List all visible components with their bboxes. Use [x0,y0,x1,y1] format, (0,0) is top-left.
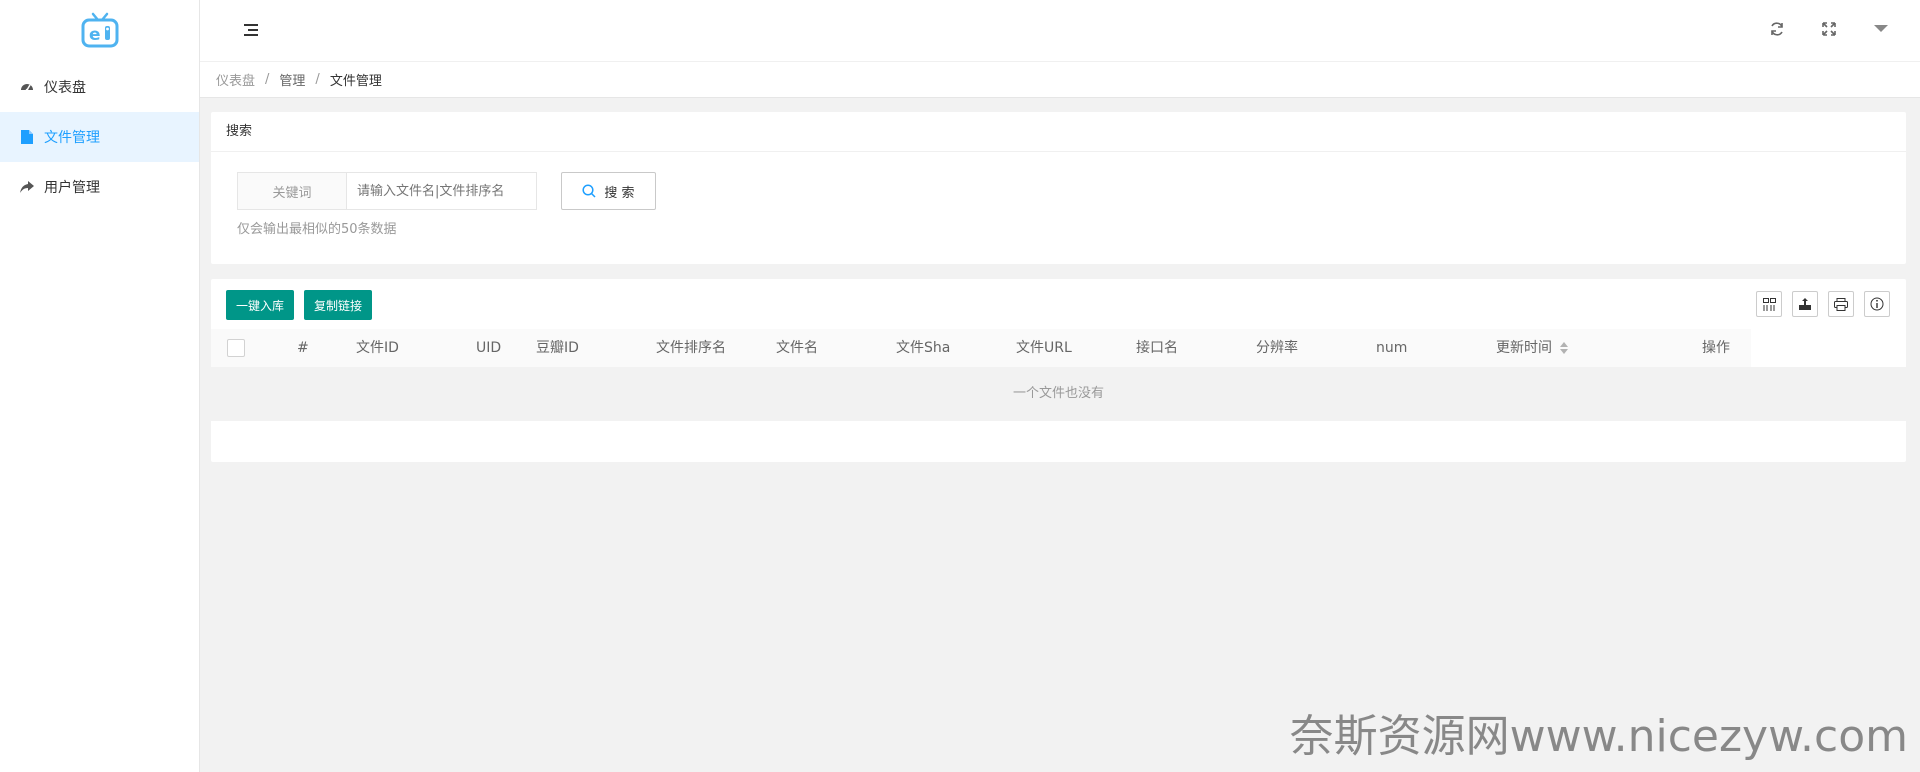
breadcrumb-item-manage[interactable]: 管理 [279,70,305,89]
menu-toggle-icon[interactable] [244,24,258,36]
search-button-label: 搜 索 [604,185,635,201]
breadcrumb-separator: / [265,72,270,87]
tv-logo-icon: e [81,12,118,48]
col-index: # [297,340,309,356]
fullscreen-icon[interactable] [1820,20,1838,38]
sidebar-item-label: 用户管理 [44,180,100,196]
columns-icon[interactable] [1756,291,1782,317]
col-actions: 操作 [1702,340,1730,356]
refresh-icon[interactable] [1768,20,1786,38]
sidebar-item-label: 仪表盘 [44,80,86,96]
file-table-card: 一键入库 复制链接 # 文件ID UID 豆瓣ID 文件排序名 文件名 文件Sh… [211,279,1906,462]
search-button[interactable]: 搜 索 [561,172,656,210]
col-updated-time-label: 更新时间 [1496,340,1552,356]
info-icon[interactable] [1864,291,1890,317]
col-file-sha: 文件Sha [896,340,951,356]
sidebar-item-label: 文件管理 [44,130,100,146]
col-updated-time[interactable]: 更新时间 [1496,329,1568,367]
col-file-id: 文件ID [356,340,399,356]
dashboard-icon [20,80,34,94]
sidebar-item-file-management[interactable]: 文件管理 [0,112,199,162]
export-icon[interactable] [1792,291,1818,317]
table-empty-row: 一个文件也没有 [211,367,1906,421]
col-douban-id: 豆瓣ID [536,340,579,356]
search-card: 搜索 关键词 搜 索 仅会输出最相似的50条数据 [211,112,1906,264]
import-all-button[interactable]: 一键入库 [226,290,295,320]
col-file-name: 文件名 [776,340,818,356]
sidebar: e 仪表盘 文件管理 用户管理 [0,0,200,772]
share-arrow-icon [20,180,34,194]
select-all-checkbox[interactable] [227,339,245,357]
col-file-url: 文件URL [1016,340,1072,356]
sidebar-item-dashboard[interactable]: 仪表盘 [0,62,199,112]
print-icon[interactable] [1828,291,1854,317]
sort-icon[interactable] [1560,342,1568,354]
col-resolution: 分辨率 [1256,340,1298,356]
search-input[interactable] [347,172,537,210]
col-sort-name: 文件排序名 [656,340,726,356]
svg-text:e: e [89,25,101,45]
top-header [200,0,1920,62]
search-icon [582,184,596,198]
file-icon [20,130,34,144]
col-num: num [1376,340,1408,356]
caret-down-icon[interactable] [1872,20,1890,38]
col-uid: UID [476,340,502,356]
table-header: # 文件ID UID 豆瓣ID 文件排序名 文件名 文件Sha 文件URL 接口… [211,329,1751,367]
col-api-name: 接口名 [1136,340,1178,356]
sidebar-item-user-management[interactable]: 用户管理 [0,162,199,212]
logo[interactable]: e [0,0,199,62]
search-hint: 仅会输出最相似的50条数据 [237,222,397,237]
search-card-title: 搜索 [211,112,1906,152]
breadcrumb: 仪表盘 / 管理 / 文件管理 [200,62,1920,98]
breadcrumb-separator: / [315,72,320,87]
breadcrumb-item-file-management: 文件管理 [329,74,382,89]
breadcrumb-item-dashboard[interactable]: 仪表盘 [216,70,255,89]
copy-link-button[interactable]: 复制链接 [304,290,373,320]
watermark: 奈斯资源网www.nicezyw.com [1289,711,1908,762]
keyword-label: 关键词 [237,172,347,210]
